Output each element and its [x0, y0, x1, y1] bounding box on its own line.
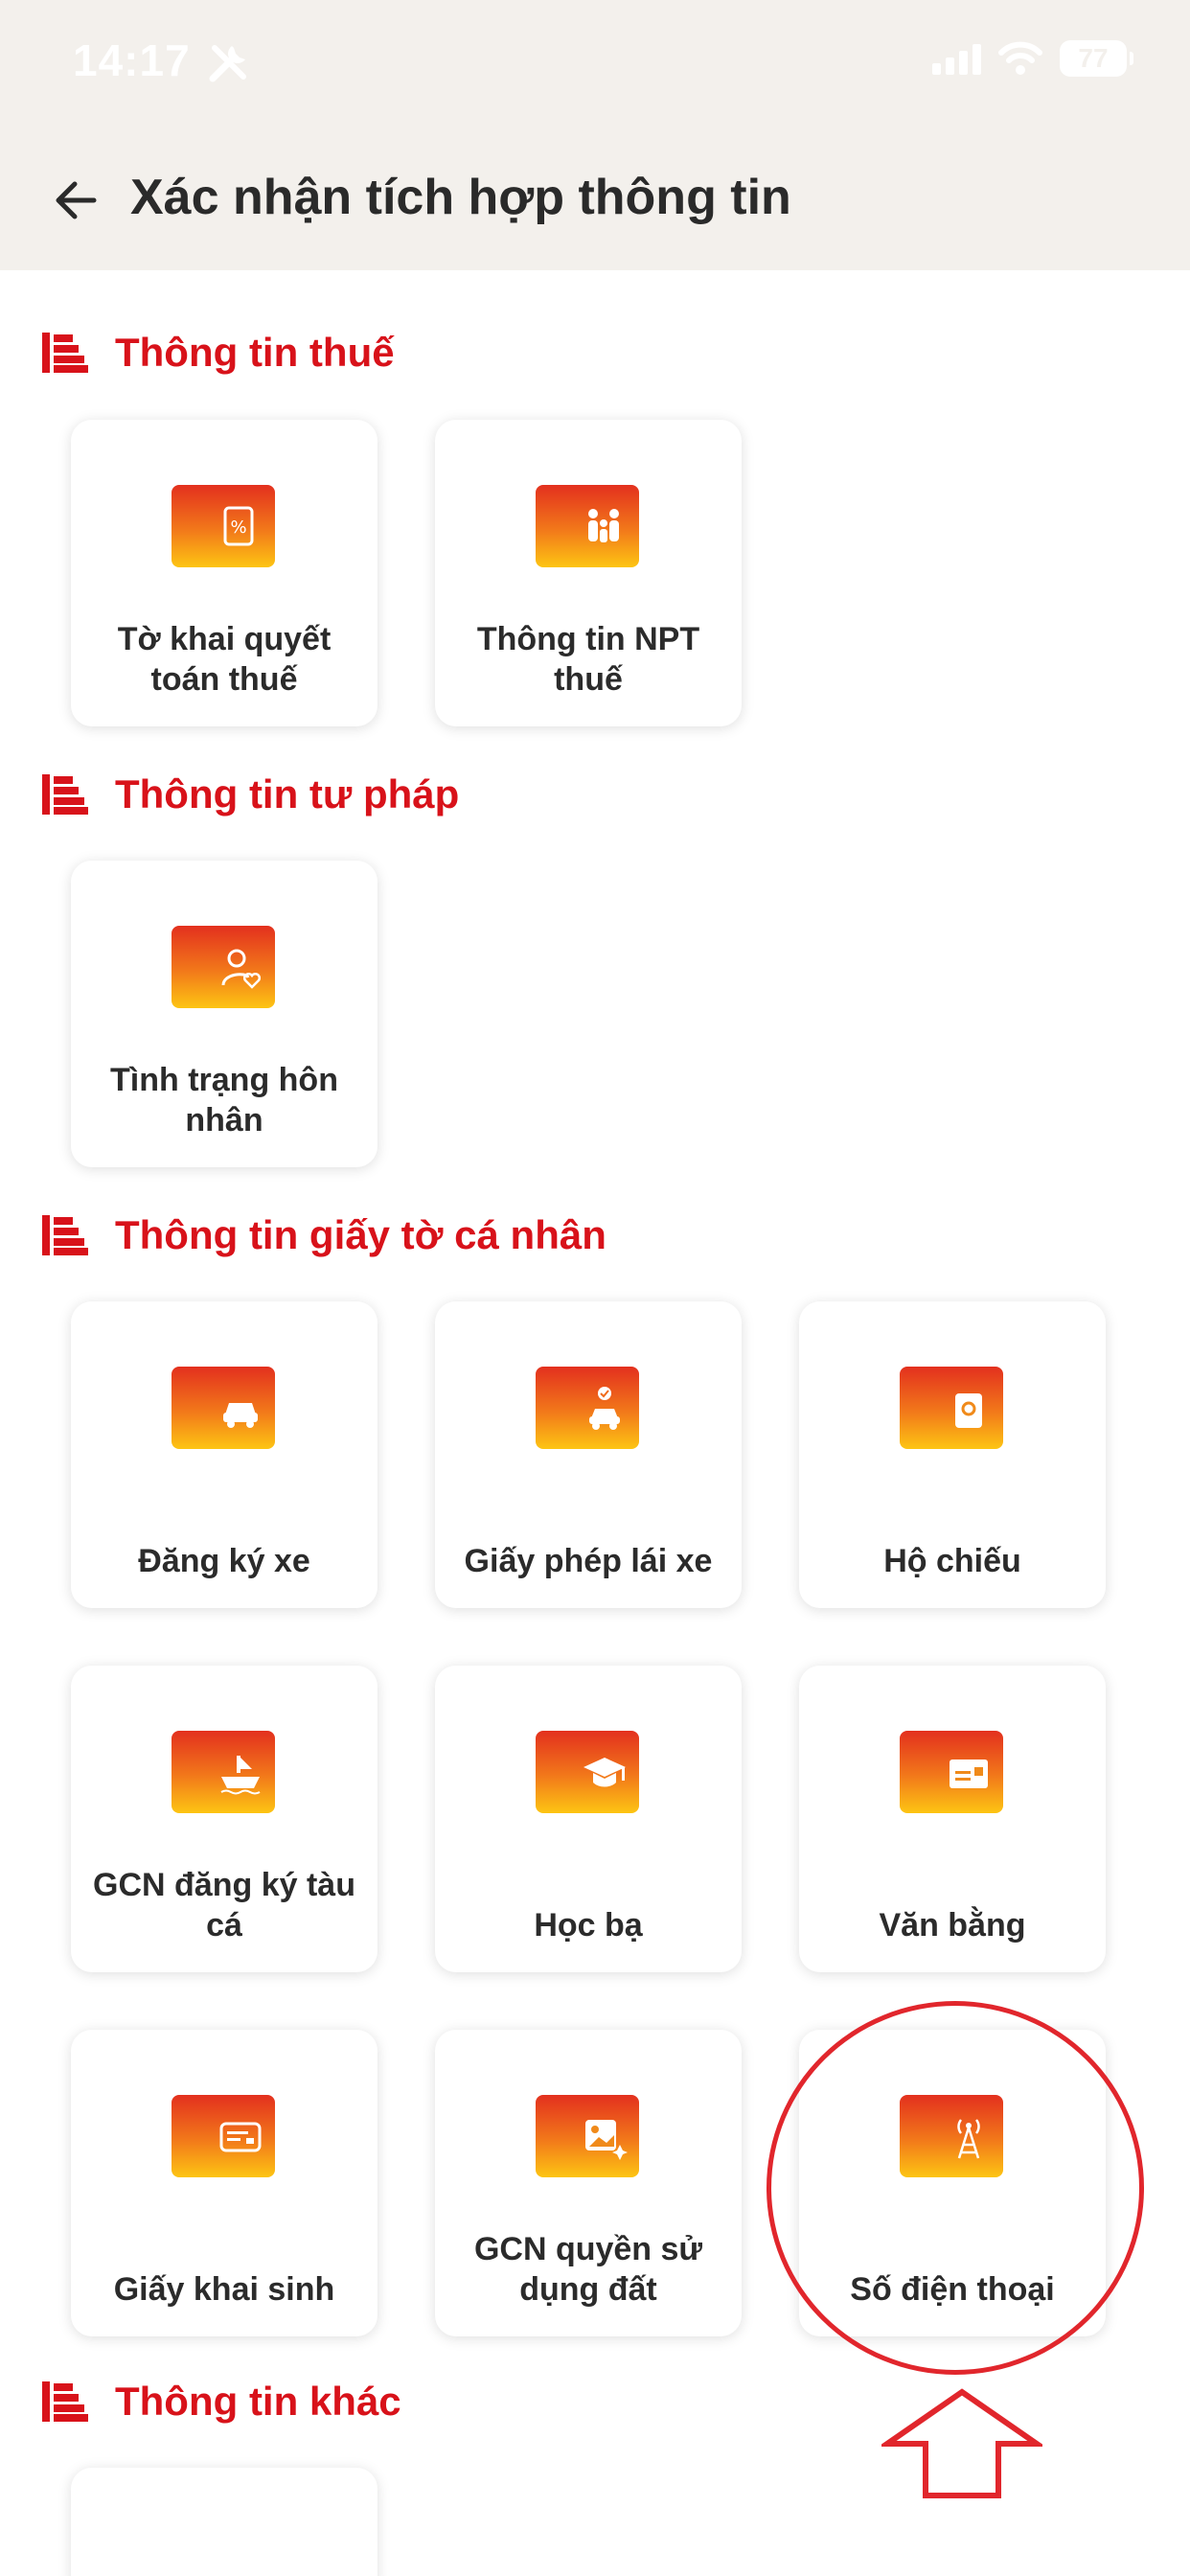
card-fishing-boat[interactable]: GCN đăng ký tàu cá	[71, 1666, 378, 1972]
card-school-record[interactable]: Học bạ	[435, 1666, 742, 1972]
svg-text:%: %	[230, 518, 246, 538]
card-birth-certificate[interactable]: Giấy khai sinh	[71, 2030, 378, 2336]
person-heart-icon	[172, 926, 275, 1008]
list-tree-icon	[42, 774, 88, 815]
list-tree-icon	[42, 2381, 88, 2422]
up-arrow-annotation-icon	[881, 2388, 1042, 2498]
card-marital-status[interactable]: Tình trạng hôn nhân	[71, 861, 378, 1167]
certificate-icon	[900, 1731, 1003, 1813]
section-other-header: Thông tin khác	[42, 2379, 401, 2425]
card-label: GCN quyền sử dụng đất	[473, 2231, 703, 2308]
family-icon	[536, 485, 639, 567]
ship-icon	[172, 1731, 275, 1813]
list-tree-icon	[42, 333, 88, 373]
card-label: Đăng ký xe	[138, 1543, 310, 1579]
card-passport[interactable]: Hộ chiếu	[799, 1301, 1106, 1608]
cellular-signal-icon	[932, 42, 981, 75]
section-personal-docs-header: Thông tin giấy tờ cá nhân	[42, 1212, 606, 1258]
section-judicial-header: Thông tin tư pháp	[42, 771, 459, 817]
card-label: Tờ khai quyết toán thuế	[117, 621, 332, 698]
card-label: Hộ chiếu	[883, 1543, 1021, 1579]
section-tax-header: Thông tin thuế	[42, 330, 395, 376]
card-diploma[interactable]: Văn bằng	[799, 1666, 1106, 1972]
wifi-icon	[998, 41, 1042, 75]
card-label: Văn bằng	[879, 1907, 1026, 1944]
card-land-use-certificate[interactable]: GCN quyền sử dụng đất	[435, 2030, 742, 2336]
card-label: Tình trạng hôn nhân	[110, 1062, 338, 1138]
land-photo-icon	[536, 2095, 639, 2177]
section-title: Thông tin giấy tờ cá nhân	[115, 1212, 606, 1257]
section-title: Thông tin khác	[115, 2379, 401, 2424]
back-arrow-icon[interactable]	[50, 174, 102, 226]
graduation-cap-icon	[536, 1731, 639, 1813]
app-screen: 14:17 77 Xác nhận tích hợp thông tin Thô…	[0, 0, 1190, 2576]
card-partial[interactable]	[71, 2468, 378, 2576]
receipt-icon: %	[172, 485, 275, 567]
card-driver-license[interactable]: Giấy phép lái xe	[435, 1301, 742, 1608]
status-icons: 77	[932, 40, 1133, 77]
battery-icon: 77	[1060, 40, 1133, 77]
car-check-icon	[536, 1367, 639, 1449]
car-icon	[172, 1367, 275, 1449]
card-label: GCN đăng ký tàu cá	[93, 1867, 355, 1944]
card-tax-return[interactable]: % Tờ khai quyết toán thuế	[71, 420, 378, 726]
page-title: Xác nhận tích hợp thông tin	[130, 170, 791, 225]
header-bar: 14:17 77 Xác nhận tích hợp thông tin	[0, 0, 1190, 270]
id-card-icon	[172, 2095, 275, 2177]
card-npt-info[interactable]: Thông tin NPT thuế	[435, 420, 742, 726]
card-label: Giấy phép lái xe	[464, 1543, 713, 1579]
highlight-circle-annotation	[767, 2001, 1144, 2375]
status-time: 14:17	[73, 35, 191, 85]
card-label: Học bạ	[534, 1907, 643, 1944]
tools-icon	[209, 45, 246, 82]
section-title: Thông tin thuế	[115, 330, 395, 375]
list-tree-icon	[42, 1215, 88, 1255]
passport-icon	[900, 1367, 1003, 1449]
section-title: Thông tin tư pháp	[115, 771, 460, 816]
card-label: Giấy khai sinh	[113, 2271, 335, 2308]
card-label: Thông tin NPT thuế	[476, 621, 700, 698]
card-vehicle-registration[interactable]: Đăng ký xe	[71, 1301, 378, 1608]
